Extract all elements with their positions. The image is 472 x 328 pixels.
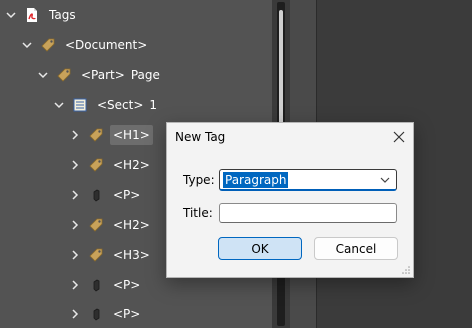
tree-row-label: <H1> [110,125,153,145]
tree-row-label: <P> [113,307,141,321]
chevron-right-icon[interactable] [68,307,82,321]
chevron-down-icon[interactable] [36,68,50,82]
chevron-down-icon[interactable] [52,98,66,112]
dialog-title: New Tag [175,130,226,144]
tree-row-sect[interactable]: <Sect> 1 [52,91,160,119]
tree-row-label: <Sect> 1 [97,98,158,112]
tree-row-p[interactable]: <P> [68,271,143,299]
chevron-down-icon[interactable] [20,38,34,52]
title-input[interactable] [219,203,397,223]
chevron-right-icon[interactable] [68,278,82,292]
tag-icon [40,37,56,53]
type-dropdown[interactable]: Paragraph [219,169,397,191]
ok-button[interactable]: OK [218,237,302,260]
tree-row-part[interactable]: <Part> Page [36,61,163,89]
tree-row-h1[interactable]: <H1> [68,121,153,149]
dialog-titlebar[interactable]: New Tag [167,123,413,151]
chevron-down-icon [380,177,390,183]
tree-row-label: <H2> [113,158,150,172]
tag-icon [88,127,104,143]
tree-row-h2[interactable]: <H2> [68,211,153,239]
type-label: Type: [183,173,215,187]
tree-row-tags[interactable]: Tags [4,1,79,29]
tree-row-label: <Document> [65,38,148,52]
tree-row-label: <P> [113,278,141,292]
section-icon [72,97,88,113]
tree-row-p[interactable]: <P> [68,181,143,209]
cancel-button[interactable]: Cancel [314,237,398,260]
type-value: Paragraph [223,171,289,188]
new-tag-dialog: New Tag Type: Paragraph Title: OK Cancel [166,122,414,278]
tree-row-label: <H3> [113,248,150,262]
tag-small-icon [88,187,104,203]
tag-small-icon [88,306,104,322]
chevron-right-icon[interactable] [68,248,82,262]
tag-icon [88,217,104,233]
tree-row-document[interactable]: <Document> [20,31,150,59]
chevron-down-icon[interactable] [4,8,18,22]
pdf-icon [24,7,40,23]
tree-row-label: <Part> Page [81,68,160,82]
tag-icon [56,67,72,83]
tree-row-p[interactable]: <P> [68,300,143,328]
tag-icon [88,157,104,173]
chevron-right-icon[interactable] [68,128,82,142]
close-button[interactable] [385,123,413,151]
tree-row-label: <H2> [113,218,150,232]
chevron-right-icon[interactable] [68,218,82,232]
tree-row-h3[interactable]: <H3> [68,241,153,269]
chevron-right-icon[interactable] [68,158,82,172]
close-icon [393,131,405,143]
tag-small-icon [88,277,104,293]
title-label: Title: [183,206,213,220]
chevron-right-icon[interactable] [68,188,82,202]
tree-row-label: Tags [49,8,76,22]
resize-grip-icon[interactable] [401,265,411,275]
tag-icon [88,247,104,263]
tree-row-label: <P> [113,188,141,202]
tree-row-h2[interactable]: <H2> [68,151,153,179]
